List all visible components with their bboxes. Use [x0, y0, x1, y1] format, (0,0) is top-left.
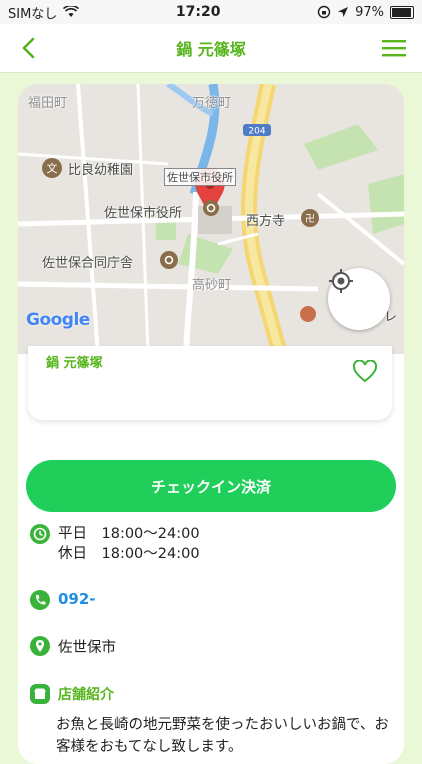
battery-percent: 97% — [355, 4, 384, 20]
back-button[interactable] — [10, 30, 46, 66]
map-view[interactable]: 204 文 卍 福田町 万徳町 比良幼稚園 佐世保市役所 佐世保市役所 西方寺 … — [18, 84, 404, 354]
nav-bar: 鍋 元篠塚 — [0, 24, 422, 73]
google-logo: Google — [26, 310, 90, 330]
phone-icon — [30, 590, 50, 610]
hours-holiday: 休日 18:00〜24:00 — [58, 546, 200, 562]
phone-number[interactable]: 092- — [58, 590, 96, 608]
svg-text:卍: 卍 — [305, 213, 315, 225]
store-icon — [30, 684, 50, 704]
intro-header: 店舗紹介 — [30, 684, 114, 704]
wifi-icon — [63, 6, 80, 17]
shop-card: 204 文 卍 福田町 万徳町 比良幼稚園 佐世保市役所 佐世保市役所 西方寺 … — [18, 84, 404, 764]
location-pin-icon — [30, 636, 50, 656]
map-label-cityhall-box: 佐世保市役所 — [164, 168, 236, 186]
cityhall-icon — [203, 200, 219, 216]
map-label-cityhall: 佐世保市役所 — [104, 206, 183, 221]
my-location-button[interactable] — [328, 268, 390, 330]
restaurant-icon — [300, 306, 316, 322]
clock-icon — [30, 524, 50, 544]
menu-button[interactable] — [376, 30, 412, 66]
svg-text:文: 文 — [47, 161, 58, 175]
carrier-label: SIMなし — [8, 6, 58, 22]
page-title: 鍋 元篠塚 — [176, 40, 246, 59]
shop-name: 鍋 元篠塚 — [46, 356, 103, 371]
favorite-button[interactable] — [352, 359, 378, 388]
address-text: 佐世保市 — [58, 640, 116, 656]
checkin-payment-button[interactable]: チェックイン決済 — [26, 460, 396, 512]
status-bar: SIMなし 17:20 97% — [0, 0, 422, 24]
crosshair-icon — [329, 269, 353, 293]
hamburger-icon — [381, 40, 406, 57]
government-icon — [160, 251, 178, 269]
hours-weekday: 平日 18:00〜24:00 — [58, 526, 200, 542]
map-label-fukuda: 福田町 — [28, 96, 68, 111]
phone-row[interactable]: 092- — [30, 590, 96, 610]
chevron-left-icon — [22, 37, 35, 59]
intro-title: 店舗紹介 — [58, 687, 114, 703]
route-shield-text: 204 — [248, 127, 265, 137]
map-label-hirahara: 比良幼稚園 — [68, 163, 134, 178]
shop-info-panel: 鍋 元篠塚 — [28, 346, 392, 420]
map-label-takasago: 高砂町 — [192, 278, 232, 293]
map-label-mantoku: 万徳町 — [192, 96, 232, 111]
map-label-godo: 佐世保合同庁舎 — [42, 256, 134, 271]
location-arrow-icon — [338, 7, 349, 17]
battery-icon — [389, 5, 414, 19]
map-label-saihoji: 西方寺 — [246, 214, 286, 229]
status-time: 17:20 — [175, 4, 221, 20]
hours-row: 平日 18:00〜24:00 休日 18:00〜24:00 — [30, 524, 200, 564]
rotation-lock-icon — [317, 5, 331, 19]
intro-text: お魚と長崎の地元野菜を使ったおいしいお鍋で、お客様をおもてなし致します。 — [56, 717, 389, 755]
address-row: 佐世保市 — [30, 636, 116, 657]
heart-icon — [352, 359, 378, 383]
